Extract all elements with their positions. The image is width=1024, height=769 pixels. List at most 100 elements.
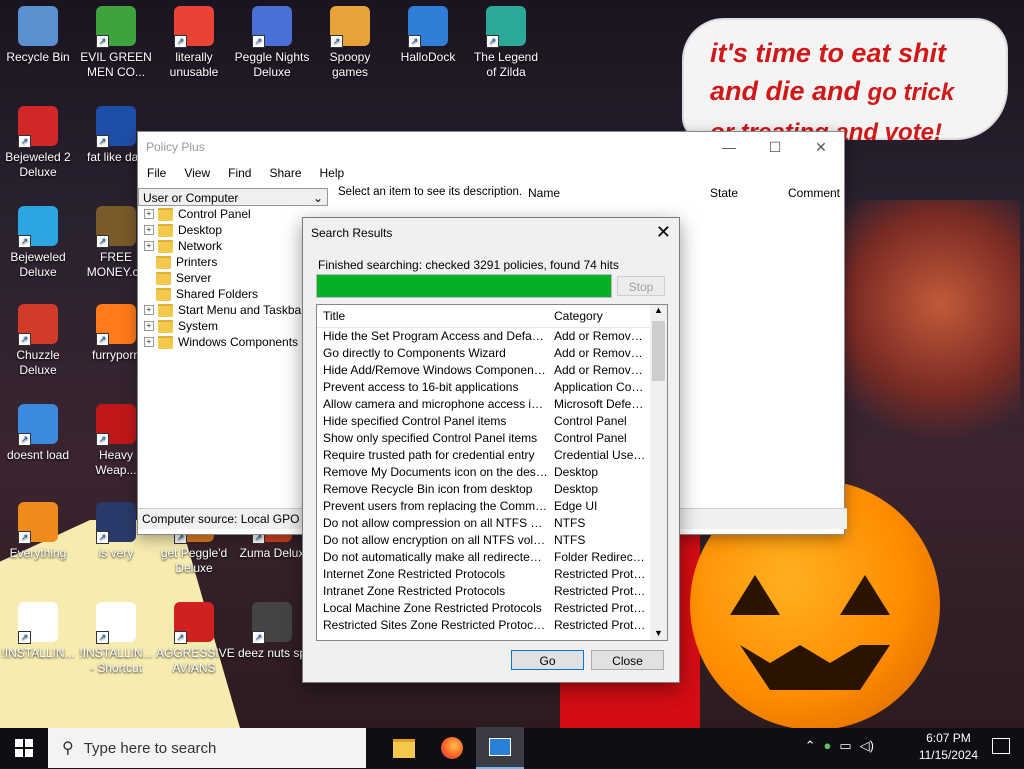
result-row[interactable]: Restricted Sites Zone Restricted Protoco… — [317, 617, 667, 634]
column-comment[interactable]: Comment — [788, 180, 840, 206]
column-title[interactable]: Title — [317, 305, 548, 327]
result-row[interactable]: Local Machine Zone Restricted Protocols R… — [317, 600, 667, 617]
tree-item[interactable]: + Network — [144, 238, 222, 254]
desktop-icon[interactable]: ↗ The Legend of Zilda — [468, 6, 544, 80]
tree-item[interactable]: Printers — [144, 254, 217, 270]
result-row[interactable]: Require trusted path for credential entr… — [317, 447, 667, 464]
taskbar-search-box[interactable]: ⚲ Type here to search — [48, 728, 366, 768]
result-row[interactable]: Hide specified Control Panel items Contro… — [317, 413, 667, 430]
maximize-button[interactable]: ☐ — [752, 139, 798, 156]
go-button[interactable]: Go — [511, 650, 584, 670]
tree-item[interactable]: Shared Folders — [144, 286, 258, 302]
desktop-icon[interactable]: ↗ !INSTALLIN... — [0, 602, 76, 661]
scroll-up-icon[interactable]: ▲ — [654, 305, 663, 315]
clock[interactable]: 6:07 PM 11/15/2024 — [919, 730, 978, 764]
tree-item-label: Shared Folders — [176, 287, 259, 301]
result-row[interactable]: Hide the Set Program Access and Defaults… — [317, 328, 667, 345]
close-button[interactable]: ✕ — [798, 139, 844, 156]
result-row[interactable]: Prevent access to 16-bit applications App… — [317, 379, 667, 396]
result-category: Application Com... — [554, 380, 648, 394]
scroll-down-icon[interactable]: ▼ — [654, 628, 663, 638]
result-row[interactable]: Do not allow encryption on all NTFS volu… — [317, 532, 667, 549]
menu-file[interactable]: File — [138, 166, 175, 180]
expand-icon[interactable]: + — [144, 305, 154, 315]
shortcut-arrow-icon: ↗ — [96, 631, 109, 644]
chevron-up-icon[interactable]: ⌃ — [805, 738, 816, 754]
result-row[interactable]: Do not allow compression on all NTFS vol… — [317, 515, 667, 532]
menu-help[interactable]: Help — [311, 166, 354, 180]
desktop-icon[interactable]: ↗ AGGRESSIVE AVIANS — [156, 602, 235, 676]
results-list: Title Category Hide the Set Program Acce… — [316, 304, 668, 641]
people-icon[interactable]: ● — [824, 738, 832, 754]
result-category: Credential User I... — [554, 448, 648, 462]
result-row[interactable]: Intranet Zone Restricted Protocols Restri… — [317, 583, 667, 600]
result-row[interactable]: Internet Zone Restricted Protocols Restri… — [317, 566, 667, 583]
tree-item[interactable]: + Control Panel — [144, 206, 251, 222]
stop-button[interactable]: Stop — [617, 276, 665, 296]
firefox-icon[interactable] — [428, 728, 476, 768]
app-icon: ↗ — [408, 6, 448, 48]
tree-item[interactable]: + Windows Components — [144, 334, 298, 350]
result-row[interactable]: Hide Add/Remove Windows Components pa...… — [317, 362, 667, 379]
menu-share[interactable]: Share — [260, 166, 310, 180]
column-name[interactable]: Name — [528, 180, 560, 206]
app-icon: ↗ — [18, 206, 58, 248]
result-row[interactable]: Allow camera and microphone access in Mi… — [317, 396, 667, 413]
desktop-icon[interactable]: ↗ deez nuts sp — [234, 602, 310, 661]
result-title: Hide the Set Program Access and Defaults… — [323, 329, 548, 343]
taskbar: ⚲ Type here to search ⌃ ● ▭ ◁) 6:07 PM 1… — [0, 727, 1024, 769]
result-row[interactable]: Prevent users from replacing the Command… — [317, 498, 667, 515]
app-icon: ↗ — [330, 6, 370, 48]
notification-icon[interactable] — [992, 738, 1010, 754]
desktop-icon[interactable]: ↗ EVIL GREEN MEN CO... — [78, 6, 154, 80]
policy-source-combo[interactable]: User or Computer ⌄ — [138, 188, 328, 206]
volume-icon[interactable]: ◁) — [860, 738, 874, 754]
results-scrollbar[interactable]: ▲ ▼ — [650, 305, 667, 640]
start-button[interactable] — [0, 728, 48, 768]
desktop-icon[interactable]: ↗ HalloDock — [390, 6, 466, 65]
desktop-icon[interactable]: ↗ !INSTALLIN... - Shortcut — [78, 602, 154, 676]
desktop-icon[interactable]: ↗ Everything — [0, 502, 76, 561]
desktop-icon[interactable]: ↗ Bejeweled Deluxe — [0, 206, 76, 280]
expand-icon[interactable]: + — [144, 337, 154, 347]
windows-logo-icon — [15, 739, 33, 757]
tree-item[interactable]: + Start Menu and Taskbar — [144, 302, 305, 318]
close-icon[interactable]: ✕ — [656, 222, 671, 243]
expand-icon[interactable]: + — [144, 321, 154, 331]
shortcut-arrow-icon: ↗ — [330, 35, 343, 48]
chevron-down-icon: ⌄ — [312, 191, 323, 205]
desktop-icon[interactable]: ↗ Chuzzle Deluxe — [0, 304, 76, 378]
scroll-thumb[interactable] — [652, 321, 665, 381]
desktop-icon[interactable]: ↗ doesnt load — [0, 404, 76, 463]
minimize-button[interactable]: — — [706, 139, 752, 155]
desktop-icon[interactable]: ↗ Bejeweled 2 Deluxe — [0, 106, 76, 180]
result-row[interactable]: Show only specified Control Panel items C… — [317, 430, 667, 447]
desktop-icon[interactable]: ↗ Peggle Nights Deluxe — [234, 6, 310, 80]
policy-plus-taskbar-icon[interactable] — [476, 727, 524, 769]
result-row[interactable]: Remove Recycle Bin icon from desktop Desk… — [317, 481, 667, 498]
tree-item[interactable]: Server — [144, 270, 211, 286]
expand-icon[interactable]: + — [144, 225, 154, 235]
menu-view[interactable]: View — [175, 166, 219, 180]
tree-item[interactable]: + System — [144, 318, 218, 334]
result-row[interactable]: Remove My Documents icon on the desktop D… — [317, 464, 667, 481]
desktop-icon[interactable]: Recycle Bin — [0, 6, 76, 65]
expand-icon[interactable]: + — [144, 209, 154, 219]
desktop-icon[interactable]: ↗ literally unusable — [156, 6, 232, 80]
column-category[interactable]: Category — [548, 305, 648, 327]
close-dialog-button[interactable]: Close — [591, 650, 664, 670]
desktop-icon[interactable]: ↗ Spoopy games — [312, 6, 388, 80]
menu-find[interactable]: Find — [219, 166, 260, 180]
title-bar[interactable]: Policy Plus — ☐ ✕ — [138, 132, 844, 162]
result-category: Restricted Proto... — [554, 618, 648, 632]
app-icon: ↗ — [18, 502, 58, 544]
expand-icon[interactable]: + — [144, 241, 154, 251]
network-icon[interactable]: ▭ — [839, 738, 851, 754]
file-explorer-icon[interactable] — [380, 728, 428, 768]
folder-icon — [158, 335, 173, 349]
result-row[interactable]: Do not automatically make all redirected… — [317, 549, 667, 566]
tree-item[interactable]: + Desktop — [144, 222, 222, 238]
column-state[interactable]: State — [710, 180, 738, 206]
result-row[interactable]: Go directly to Components Wizard Add or R… — [317, 345, 667, 362]
